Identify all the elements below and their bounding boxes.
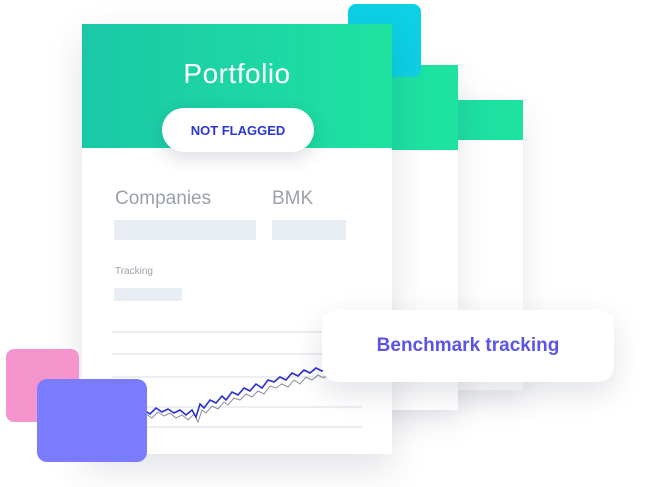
bmk-label: BMK — [272, 188, 314, 209]
decorative-square-purple — [37, 379, 147, 462]
tracking-label: Tracking — [115, 266, 153, 277]
benchmark-line — [137, 371, 331, 424]
portfolio-illustration: Portfolio NOT FLAGGED Companies BMK Trac… — [0, 0, 648, 487]
flag-status-badge: NOT FLAGGED — [162, 108, 314, 152]
bmk-value-placeholder — [272, 220, 346, 240]
companies-value-placeholder — [114, 220, 256, 240]
benchmark-tracking-card: Benchmark tracking — [322, 310, 614, 382]
portfolio-line — [137, 365, 335, 420]
companies-label: Companies — [115, 188, 212, 209]
tracking-value-placeholder — [114, 288, 182, 301]
portfolio-title: Portfolio — [183, 58, 291, 89]
